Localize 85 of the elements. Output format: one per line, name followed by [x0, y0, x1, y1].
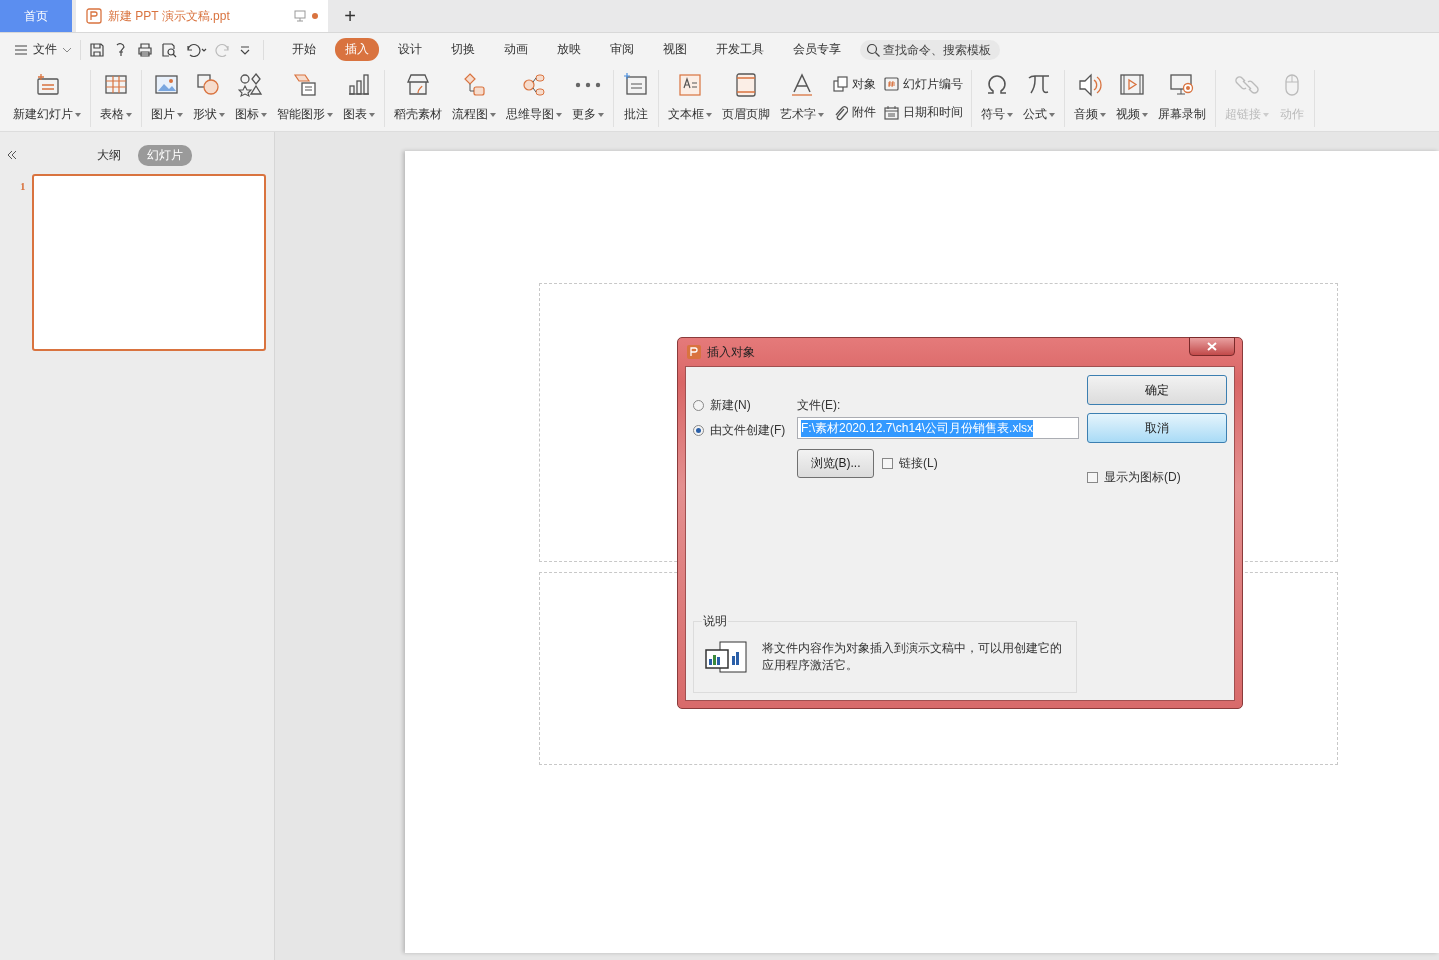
preview-icon — [161, 41, 177, 58]
paperclip-icon — [833, 104, 848, 121]
close-button[interactable] — [1189, 337, 1235, 356]
ribbon-button[interactable]: 页眉页脚 — [717, 70, 775, 127]
ribbon-tab[interactable]: 动画 — [494, 38, 538, 61]
link-checkbox[interactable]: 链接(L) — [882, 455, 938, 472]
mind-map-icon — [521, 72, 547, 98]
presentation-icon — [86, 8, 102, 24]
ribbon-button[interactable]: 更多 — [567, 70, 609, 127]
ribbon-tab[interactable]: 切换 — [441, 38, 485, 61]
video-icon — [1119, 72, 1145, 98]
new-tab-button[interactable]: + — [330, 0, 370, 32]
panel-tab[interactable]: 大纲 — [88, 144, 130, 166]
search-icon — [866, 42, 880, 57]
icon-checkbox[interactable]: 显示为图标(D) — [1087, 469, 1227, 486]
ribbon-button[interactable]: 新建幻灯片 — [8, 70, 86, 127]
undo-icon — [185, 41, 207, 58]
ribbon-button[interactable]: 音频 — [1069, 70, 1111, 127]
ribbon-button[interactable]: 附件 — [833, 102, 876, 124]
app-icon — [687, 345, 701, 359]
ribbon-button[interactable]: 对象 — [833, 73, 876, 95]
header-footer-icon — [733, 72, 759, 98]
document-title: 新建 PPT 演示文稿.ppt — [108, 7, 231, 25]
ribbon-button[interactable]: 形状 — [188, 70, 230, 127]
document-chart-icon — [704, 640, 748, 674]
shapes-icon — [196, 72, 222, 98]
search-field[interactable]: 查找命令、搜索模板 — [860, 39, 1000, 60]
radio-option[interactable]: 新建(N) — [693, 397, 787, 414]
menu-icon — [14, 43, 28, 56]
ribbon-button[interactable]: 文本框 — [663, 70, 717, 127]
ribbon-button[interactable]: 视频 — [1111, 70, 1153, 127]
ribbon-button[interactable]: 幻灯片编号 — [884, 73, 963, 95]
description-text: 将文件内容作为对象插入到演示文稿中，可以用创建它的应用程序激活它。 — [762, 640, 1063, 674]
ribbon-button[interactable]: 公式 — [1018, 70, 1060, 127]
ribbon-button[interactable]: 批注 — [618, 70, 654, 127]
save-icon — [89, 41, 105, 58]
ribbon-tab[interactable]: 放映 — [547, 38, 591, 61]
browse-button[interactable]: 浏览(B)... — [797, 449, 874, 478]
ribbon-button[interactable]: 智能图形 — [272, 70, 338, 127]
storefront-icon — [405, 72, 431, 98]
ribbon-tab[interactable]: 开始 — [282, 38, 326, 61]
ribbon-button[interactable]: 屏幕录制 — [1153, 70, 1211, 127]
comment-icon — [623, 72, 649, 98]
dialog-title: 插入对象 — [707, 343, 756, 361]
text-box-icon — [677, 72, 703, 98]
ribbon-button[interactable]: 符号 — [976, 70, 1018, 127]
ribbon-button[interactable]: 日期和时间 — [884, 102, 963, 124]
ribbon-tab[interactable]: 审阅 — [600, 38, 644, 61]
icons-icon — [238, 72, 264, 98]
ribbon-button[interactable]: 思维导图 — [501, 70, 567, 127]
dialog-button[interactable]: 确定 — [1087, 375, 1227, 405]
smart-graphic-icon — [292, 72, 318, 98]
ribbon-button[interactable]: 图标 — [230, 70, 272, 127]
slide-thumbnail[interactable] — [31, 174, 266, 351]
new-slide-icon — [34, 72, 60, 98]
radio-option[interactable]: 由文件创建(F) — [693, 422, 787, 439]
ribbon-button[interactable]: 图表 — [338, 70, 380, 127]
object-icon — [833, 76, 848, 93]
close-icon — [1207, 342, 1217, 351]
ribbon-button[interactable]: 流程图 — [447, 70, 501, 127]
dialog-button[interactable]: 取消 — [1087, 413, 1227, 443]
ribbon-tab[interactable]: 开发工具 — [706, 38, 774, 61]
more-icon — [575, 82, 601, 88]
collapse-icon — [6, 149, 18, 161]
monitor-icon — [294, 10, 306, 22]
ribbon-button[interactable]: 表格 — [95, 70, 137, 127]
ribbon-tab[interactable]: 视图 — [653, 38, 697, 61]
print-icon — [137, 41, 153, 58]
bar-chart-icon — [346, 72, 372, 98]
word-art-icon — [789, 72, 815, 98]
file-menu[interactable]: 文件 — [14, 41, 72, 58]
ribbon-button[interactable]: 艺术字 — [775, 70, 829, 127]
ribbon-tab[interactable]: 设计 — [388, 38, 432, 61]
ribbon-button[interactable]: 图片 — [146, 70, 188, 127]
slide-number-icon — [884, 76, 899, 93]
calendar-icon — [884, 104, 899, 121]
slide-number: 1 — [20, 180, 26, 194]
chevron-icon — [62, 45, 72, 54]
field-label: 文件(E): — [797, 397, 842, 414]
screen-record-icon — [1169, 72, 1195, 98]
ribbon-tab[interactable]: 会员专享 — [783, 38, 851, 61]
group-title: 说明 — [702, 613, 728, 630]
ribbon-button[interactable]: 稻壳素材 — [389, 70, 447, 127]
redo-icon — [215, 41, 231, 58]
speaker-icon — [1077, 72, 1103, 98]
